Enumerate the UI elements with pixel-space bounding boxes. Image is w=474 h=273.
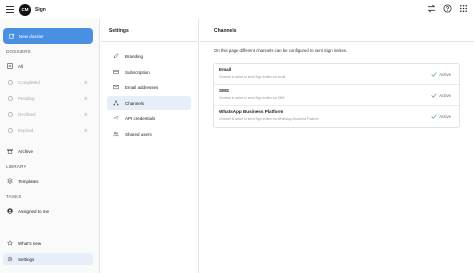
sidebar-item-archive[interactable]: Archive xyxy=(3,145,93,157)
sidebar-item-declined[interactable]: Declined 0 xyxy=(3,108,93,120)
sidebar-item-label: Archive xyxy=(18,148,34,154)
apps-grid-icon[interactable] xyxy=(459,4,468,13)
clock-icon xyxy=(7,95,13,101)
divider xyxy=(101,41,199,42)
edit-icon xyxy=(9,33,15,39)
expired-icon xyxy=(7,127,13,133)
sidebar-item-label: All xyxy=(18,63,24,69)
channels-pane: Channels On this page different channels… xyxy=(200,19,474,273)
sidebar-item-label: Templates xyxy=(18,178,39,184)
status-label: Active xyxy=(439,72,451,77)
sidebar-item-assigned[interactable]: Assigned to me xyxy=(3,205,93,217)
library-section-label: LIBRARY xyxy=(6,164,27,169)
tasks-section-label: TASKS xyxy=(6,194,22,199)
divider xyxy=(200,41,474,42)
declined-icon xyxy=(7,111,13,117)
top-bar: CM Sign xyxy=(0,0,474,19)
settings-panel: Settings Branding Subscription Email add… xyxy=(101,19,199,273)
settings-item-branding[interactable]: Branding xyxy=(107,49,191,63)
channel-name: SMS xyxy=(219,88,229,93)
count-badge: 0 xyxy=(84,111,87,117)
sidebar-item-all[interactable]: All xyxy=(3,60,93,72)
sidebar-item-label: Assigned to me xyxy=(18,208,50,214)
channel-description: Channel is active to send Sign invites v… xyxy=(219,75,286,79)
status-badge: Active xyxy=(431,93,451,98)
settings-item-label: Channels xyxy=(125,100,145,106)
sidebar: New dossier DOSSIERS All Completed 0 Pen… xyxy=(0,19,100,273)
settings-item-shared-users[interactable]: Shared users xyxy=(107,127,191,141)
sidebar-item-completed[interactable]: Completed 0 xyxy=(3,76,93,88)
settings-item-email[interactable]: Email addresses xyxy=(107,80,191,94)
sidebar-item-expired[interactable]: Expired 0 xyxy=(3,124,93,136)
gear-icon xyxy=(7,256,13,262)
sidebar-item-pending[interactable]: Pending 0 xyxy=(3,92,93,104)
check-icon xyxy=(431,93,437,98)
sidebar-item-label: Settings xyxy=(18,256,35,262)
new-dossier-button[interactable]: New dossier xyxy=(3,28,93,44)
channel-row-whatsapp[interactable]: WhatsApp Business Platform Channel is ac… xyxy=(214,106,459,127)
page-title: Channels xyxy=(214,28,237,34)
sidebar-item-label: What's new xyxy=(18,240,42,246)
status-label: Active xyxy=(439,93,451,98)
list-icon xyxy=(7,63,13,69)
card-icon xyxy=(113,69,119,75)
sidebar-item-label: Declined xyxy=(18,111,36,117)
settings-item-channels[interactable]: Channels xyxy=(107,96,191,110)
channel-row-sms[interactable]: SMS Channel is active to send Sign invit… xyxy=(214,85,459,106)
dossiers-section-label: DOSSIERS xyxy=(6,49,31,54)
settings-item-label: Subscription xyxy=(125,69,150,75)
menu-icon[interactable] xyxy=(6,6,14,13)
settings-item-subscription[interactable]: Subscription xyxy=(107,65,191,79)
sidebar-item-templates[interactable]: Templates xyxy=(3,175,93,187)
status-label: Active xyxy=(439,114,451,119)
circle-check-icon xyxy=(7,79,13,85)
pen-icon xyxy=(113,53,119,59)
channel-description: Channel is active to send Sign invites v… xyxy=(219,117,319,121)
settings-title: Settings xyxy=(109,28,129,34)
sidebar-item-settings[interactable]: Settings xyxy=(3,253,93,265)
settings-item-label: Email addresses xyxy=(125,84,159,90)
settings-item-label: API credentials xyxy=(125,115,156,121)
count-badge: 0 xyxy=(84,95,87,101)
help-icon[interactable] xyxy=(443,4,452,13)
star-icon xyxy=(7,240,13,246)
users-icon xyxy=(113,131,119,137)
sidebar-item-label: Completed xyxy=(18,79,40,85)
mail-icon xyxy=(113,84,119,90)
sidebar-item-label: Expired xyxy=(18,127,34,133)
share-icon xyxy=(113,100,119,106)
channels-intro: On this page different channels can be c… xyxy=(214,48,348,53)
count-badge: 0 xyxy=(84,79,87,85)
check-icon xyxy=(431,72,437,77)
key-icon xyxy=(113,115,119,121)
archive-icon xyxy=(7,148,13,154)
user-circle-icon xyxy=(7,208,13,214)
settings-item-label: Branding xyxy=(125,53,144,59)
new-dossier-label: New dossier xyxy=(19,33,44,39)
swap-icon[interactable] xyxy=(427,4,436,13)
app-logo[interactable]: CM xyxy=(19,3,31,16)
settings-item-label: Shared users xyxy=(125,131,152,137)
templates-icon xyxy=(7,178,13,184)
channel-description: Channel is active to send Sign invites v… xyxy=(219,96,285,100)
channels-list: Email Channel is active to send Sign inv… xyxy=(213,63,460,128)
channel-name: WhatsApp Business Platform xyxy=(219,109,284,114)
count-badge: 0 xyxy=(84,127,87,133)
channel-row-email[interactable]: Email Channel is active to send Sign inv… xyxy=(214,64,459,85)
sidebar-item-whats-new[interactable]: What's new xyxy=(3,237,93,249)
sidebar-item-label: Pending xyxy=(18,95,35,101)
check-icon xyxy=(431,114,437,119)
channel-name: Email xyxy=(219,67,232,72)
status-badge: Active xyxy=(431,72,451,77)
app-title: Sign xyxy=(35,6,46,13)
settings-item-api[interactable]: API credentials xyxy=(107,111,191,125)
status-badge: Active xyxy=(431,114,451,119)
